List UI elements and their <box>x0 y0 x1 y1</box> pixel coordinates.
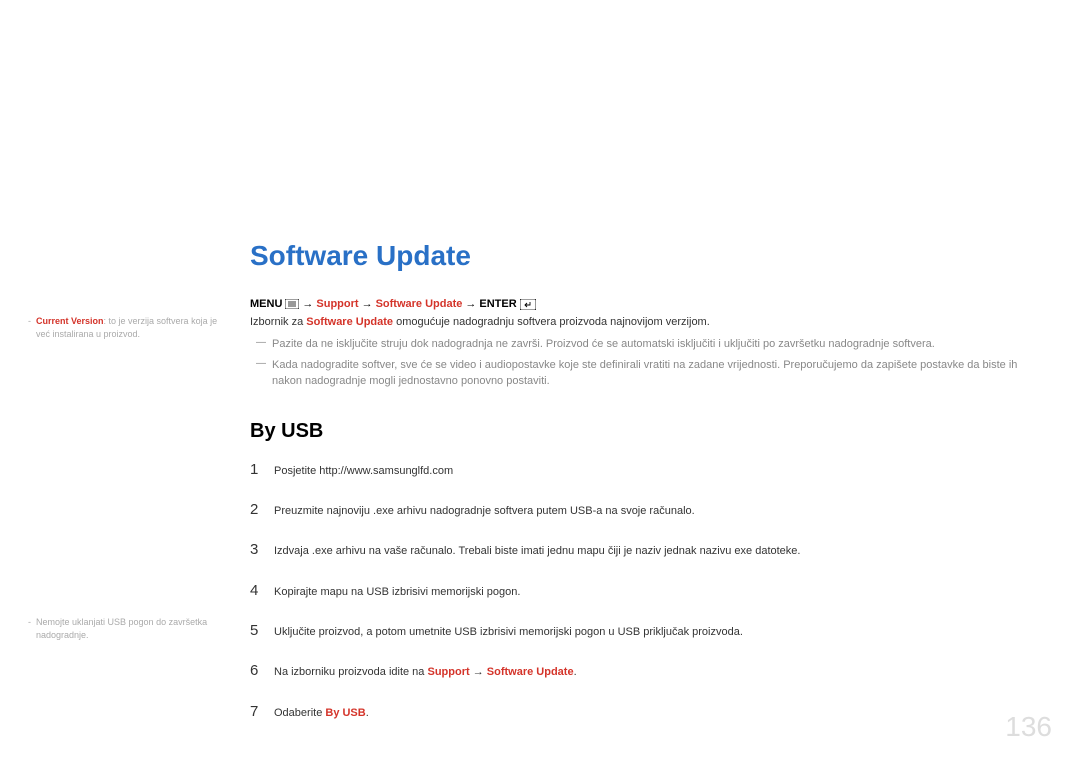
step-4: 4 Kopirajte mapu na USB izbrisivi memori… <box>250 582 1040 600</box>
nav-software-update: Software Update <box>376 298 463 310</box>
dash-note-power: Pazite da ne isključite struju dok nadog… <box>250 336 1040 353</box>
step-text: Na izborniku proizvoda idite na Support … <box>274 665 577 680</box>
step6-software-update: Software Update <box>487 666 574 678</box>
step7-prefix: Odaberite <box>274 707 325 719</box>
step-number: 3 <box>250 541 274 558</box>
step6-arrow: → <box>470 666 487 678</box>
step6-support: Support <box>427 666 469 678</box>
step-2: 2 Preuzmite najnoviju .exe arhivu nadogr… <box>250 501 1040 519</box>
menu-icon <box>285 299 299 309</box>
step-text: Preuzmite najnoviju .exe arhivu nadograd… <box>274 504 695 519</box>
intro-prefix: Izbornik za <box>250 316 306 328</box>
step-number: 1 <box>250 461 274 478</box>
main-content: Software Update MENU → Support → Softwar… <box>250 240 1040 743</box>
intro-suffix: omogućuje nadogradnju softvera proizvoda… <box>393 316 710 328</box>
step-number: 2 <box>250 501 274 518</box>
sidebar-note-text: Nemojte uklanjati USB pogon do završetka… <box>28 616 228 642</box>
sidebar-note-text: Current Version: to je verzija softvera … <box>28 315 228 341</box>
step-text: Uključite proizvod, a potom umetnite USB… <box>274 625 743 640</box>
arrow-icon: → <box>465 298 476 310</box>
step-6: 6 Na izborniku proizvoda idite na Suppor… <box>250 662 1040 680</box>
step6-suffix: . <box>574 666 577 678</box>
dash-note-settings: Kada nadogradite softver, sve će se vide… <box>250 357 1040 390</box>
page-title: Software Update <box>250 240 1040 272</box>
step-number: 4 <box>250 582 274 599</box>
step-number: 6 <box>250 662 274 679</box>
page-number: 136 <box>1005 711 1052 743</box>
step-5: 5 Uključite proizvod, a potom umetnite U… <box>250 622 1040 640</box>
page: Current Version: to je verzija softvera … <box>0 0 1080 763</box>
menu-label: MENU <box>250 298 282 310</box>
step-text: Kopirajte mapu na USB izbrisivi memorijs… <box>274 585 520 600</box>
step-text: Odaberite By USB. <box>274 706 369 721</box>
step7-highlight: By USB <box>325 707 365 719</box>
arrow-icon: → <box>302 298 313 310</box>
step-number: 7 <box>250 703 274 720</box>
step-text: Izdvaja .exe arhivu na vaše računalo. Tr… <box>274 544 800 559</box>
nav-support: Support <box>316 298 358 310</box>
enter-icon <box>520 299 536 310</box>
step-1: 1 Posjetite http://www.samsunglfd.com <box>250 461 1040 479</box>
sidebar-note-current-version: Current Version: to je verzija softvera … <box>28 315 228 341</box>
step-text: Posjetite http://www.samsunglfd.com <box>274 464 453 479</box>
usb-warning-text: Nemojte uklanjati USB pogon do završetka… <box>36 617 207 640</box>
step6-prefix: Na izborniku proizvoda idite na <box>274 666 427 678</box>
enter-label: ENTER <box>479 298 516 310</box>
intro-highlight: Software Update <box>306 316 393 328</box>
step-3: 3 Izdvaja .exe arhivu na vaše računalo. … <box>250 541 1040 559</box>
sidebar-note-usb-warning: Nemojte uklanjati USB pogon do završetka… <box>28 616 228 642</box>
intro-text: Izbornik za Software Update omogućuje na… <box>250 316 1040 328</box>
current-version-label: Current Version <box>36 316 104 326</box>
section-title-by-usb: By USB <box>250 420 1040 443</box>
step7-suffix: . <box>366 707 369 719</box>
step-number: 5 <box>250 622 274 639</box>
navigation-path: MENU → Support → Software Update → ENTER <box>250 298 1040 310</box>
step-7: 7 Odaberite By USB. <box>250 703 1040 721</box>
arrow-icon: → <box>362 298 373 310</box>
